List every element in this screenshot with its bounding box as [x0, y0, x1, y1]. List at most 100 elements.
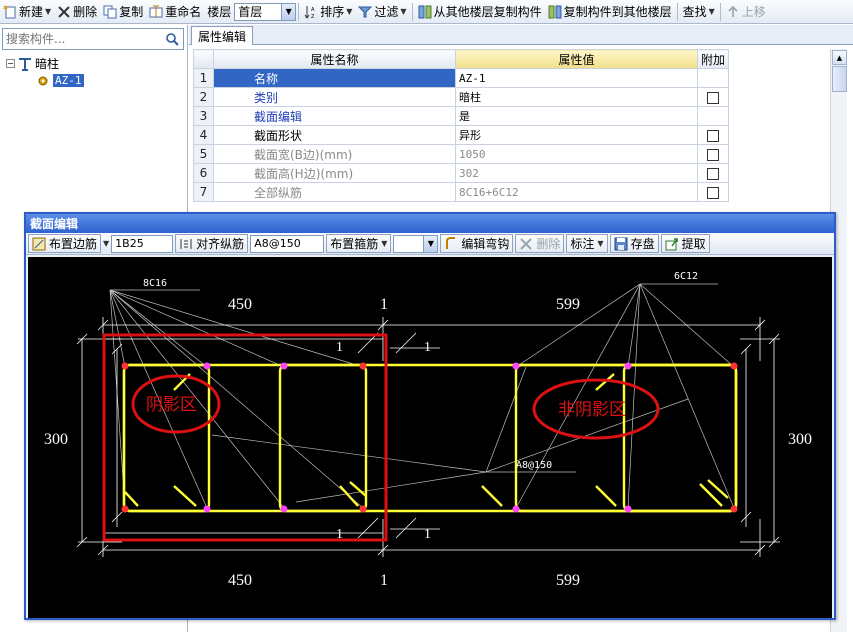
section-drawing-canvas[interactable]: 450 1 599 450 1 599 300 300 1 1 1 1 8C16… [28, 257, 832, 618]
annotate-button[interactable]: 标注 ▼ [566, 234, 608, 253]
dim-small-one: 1 [424, 340, 431, 355]
floor-select[interactable]: 首层 ▼ [234, 2, 297, 21]
edge-rebar-input[interactable]: 1B25 [111, 234, 174, 253]
save-button[interactable]: 存盘 [609, 234, 659, 253]
arrow-up-icon [726, 5, 740, 19]
tree-root-label: 暗柱 [35, 57, 60, 71]
rename-button[interactable]: 重命名 [146, 2, 204, 22]
attach-cell [696, 182, 730, 202]
table-row[interactable]: 6 截面高(H边)(mm) 302 [193, 163, 730, 183]
arrange-edge-rebar-button[interactable]: 布置边筋 [28, 234, 102, 253]
save-label: 存盘 [630, 237, 655, 251]
stirrup-input[interactable]: A8@150 [250, 234, 325, 253]
property-value[interactable]: 8C16+6C12 [455, 182, 698, 202]
attach-checkbox[interactable] [707, 167, 719, 180]
edit-bend-label: 编辑弯钩 [461, 237, 510, 251]
column-category-icon [19, 57, 31, 71]
attach-checkbox[interactable] [707, 129, 719, 142]
search-button[interactable] [161, 29, 183, 49]
search-input[interactable] [3, 30, 161, 48]
stirrup-type-chevron-down-icon: ▼ [423, 235, 438, 252]
copy-from-other-floor-button[interactable]: 从其他楼层复制构件 [415, 2, 545, 22]
tree-node-child[interactable]: AZ-1 [6, 72, 84, 89]
sort-label: 排序 [320, 5, 345, 19]
edit-bend-button[interactable]: 编辑弯钩 [440, 234, 514, 253]
property-name: 截面编辑 [213, 106, 456, 126]
rebar-points [121, 362, 738, 513]
table-row[interactable]: 4 截面形状 异形 [193, 125, 730, 145]
outer-stirrup [122, 363, 738, 513]
stirrups [122, 363, 738, 513]
dialog-delete-button[interactable]: 删除 [515, 234, 565, 253]
section-drawing[interactable]: 450 1 599 450 1 599 300 300 1 1 1 1 8C16… [28, 257, 832, 618]
label-8c16: 8C16 [143, 278, 167, 289]
dim-small-one: 1 [424, 527, 431, 542]
arrange-stirrup-dropdown-icon: ▼ [381, 239, 388, 248]
copy-label: 复制 [119, 5, 144, 19]
align-rebar-button[interactable]: 对齐纵筋 [175, 234, 249, 253]
scroll-thumb[interactable] [832, 66, 847, 92]
copy-from-floor-icon [418, 5, 432, 19]
property-name: 截面高(H边)(mm) [213, 163, 456, 183]
property-value[interactable]: 是 [455, 106, 698, 126]
table-row[interactable]: 5 截面宽(B边)(mm) 1050 [193, 144, 730, 164]
extract-button[interactable]: 提取 [660, 234, 710, 253]
scroll-up-icon[interactable]: ▲ [832, 50, 847, 65]
sort-icon: AZ [304, 5, 318, 19]
collapse-icon[interactable]: − [6, 59, 15, 68]
table-row[interactable]: 2 类别 暗柱 [193, 87, 730, 107]
non-shadow-zone-label: 非阴影区 [558, 400, 626, 420]
tree-child-label: AZ-1 [53, 74, 84, 87]
property-value[interactable]: 异形 [455, 125, 698, 145]
attach-cell [696, 125, 730, 145]
save-icon [614, 237, 628, 250]
property-value[interactable]: 1050 [455, 144, 698, 164]
search-box [2, 28, 184, 50]
property-name: 截面宽(B边)(mm) [213, 144, 456, 164]
attach-checkbox[interactable] [707, 91, 719, 104]
copy-to-other-floor-label: 复制构件到其他楼层 [563, 5, 672, 19]
property-value[interactable]: 暗柱 [455, 87, 698, 107]
move-up-button[interactable]: 上移 [723, 2, 769, 22]
property-name: 截面形状 [213, 125, 456, 145]
new-button[interactable]: 新建 ▼ [0, 2, 54, 22]
find-label: 查找 [682, 5, 707, 19]
attach-header: 附加 [696, 49, 730, 69]
sort-button[interactable]: AZ 排序 ▼ [301, 2, 355, 22]
table-row[interactable]: 3 截面编辑 是 [193, 106, 730, 126]
new-label: 新建 [19, 5, 44, 19]
annotate-label: 标注 [570, 237, 595, 251]
stirrup-type-select[interactable]: ▼ [393, 234, 439, 253]
copy-to-other-floor-button[interactable]: 复制构件到其他楼层 [545, 2, 675, 22]
move-up-label: 上移 [741, 5, 766, 19]
property-value[interactable]: AZ-1 [455, 68, 698, 88]
arrange-stirrup-button[interactable]: 布置箍筋 ▼ [326, 234, 392, 253]
attach-checkbox[interactable] [707, 186, 719, 199]
edge-rebar-icon [32, 237, 46, 250]
stirrup-a [122, 363, 211, 513]
attach-checkbox[interactable] [707, 148, 719, 161]
extract-icon [665, 237, 678, 250]
dim-top-mid: 1 [380, 296, 388, 313]
row-number: 2 [193, 87, 214, 107]
dim-small-one: 1 [336, 527, 343, 542]
table-row[interactable]: 7 全部纵筋 8C16+6C12 [193, 182, 730, 202]
toolbar-divider [411, 2, 413, 21]
tab-property-edit[interactable]: 属性编辑 [191, 26, 254, 45]
copy-button[interactable]: 复制 [100, 2, 146, 22]
gear-icon [38, 76, 48, 85]
property-value[interactable]: 302 [455, 163, 698, 183]
extract-label: 提取 [681, 237, 706, 251]
delete-icon [57, 5, 71, 19]
table-row[interactable]: 1 名称 AZ-1 [193, 68, 730, 88]
delete-button[interactable]: 删除 [54, 2, 100, 22]
tree-node-root[interactable]: − 暗柱 [6, 55, 84, 72]
property-name-header: 属性名称 [213, 49, 456, 69]
attach-cell [696, 144, 730, 164]
dim-right: 300 [788, 431, 812, 448]
filter-button[interactable]: 过滤 ▼ [355, 2, 409, 22]
arrange-edge-dropdown-icon[interactable]: ▼ [103, 239, 109, 248]
find-button[interactable]: 查找 ▼ [680, 2, 718, 22]
hook-icon [446, 236, 456, 249]
arrange-stirrup-label: 布置箍筋 [330, 237, 379, 251]
